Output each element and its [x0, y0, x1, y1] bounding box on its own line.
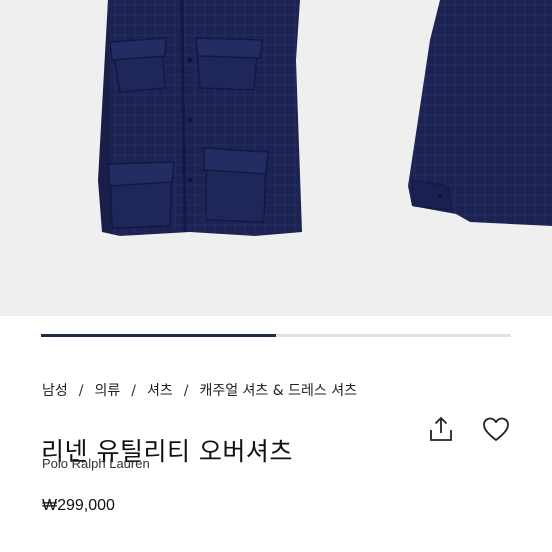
product-brand[interactable]: Polo Ralph Lauren	[42, 456, 150, 471]
wishlist-button[interactable]	[479, 412, 513, 446]
gallery-progress-bar	[41, 334, 511, 337]
breadcrumb: 남성 / 의류 / 셔츠 / 캐주얼 셔츠 & 드레스 셔츠	[42, 380, 357, 400]
heart-icon	[483, 417, 509, 441]
share-icon	[430, 416, 452, 441]
breadcrumb-separator: /	[183, 383, 189, 399]
breadcrumb-item-casual-dress-shirts[interactable]: 캐주얼 셔츠 & 드레스 셔츠	[199, 383, 357, 399]
breadcrumb-item-men[interactable]: 남성	[42, 383, 68, 399]
product-price: ₩299,000	[42, 497, 115, 514]
share-button[interactable]	[424, 412, 458, 446]
product-image	[98, 0, 552, 236]
breadcrumb-item-clothing[interactable]: 의류	[94, 383, 120, 399]
breadcrumb-separator: /	[78, 383, 84, 399]
breadcrumb-separator: /	[131, 383, 136, 399]
product-image-gallery[interactable]	[0, 0, 552, 316]
gallery-progress-fill	[41, 334, 276, 337]
breadcrumb-item-shirts[interactable]: 셔츠	[147, 383, 173, 399]
